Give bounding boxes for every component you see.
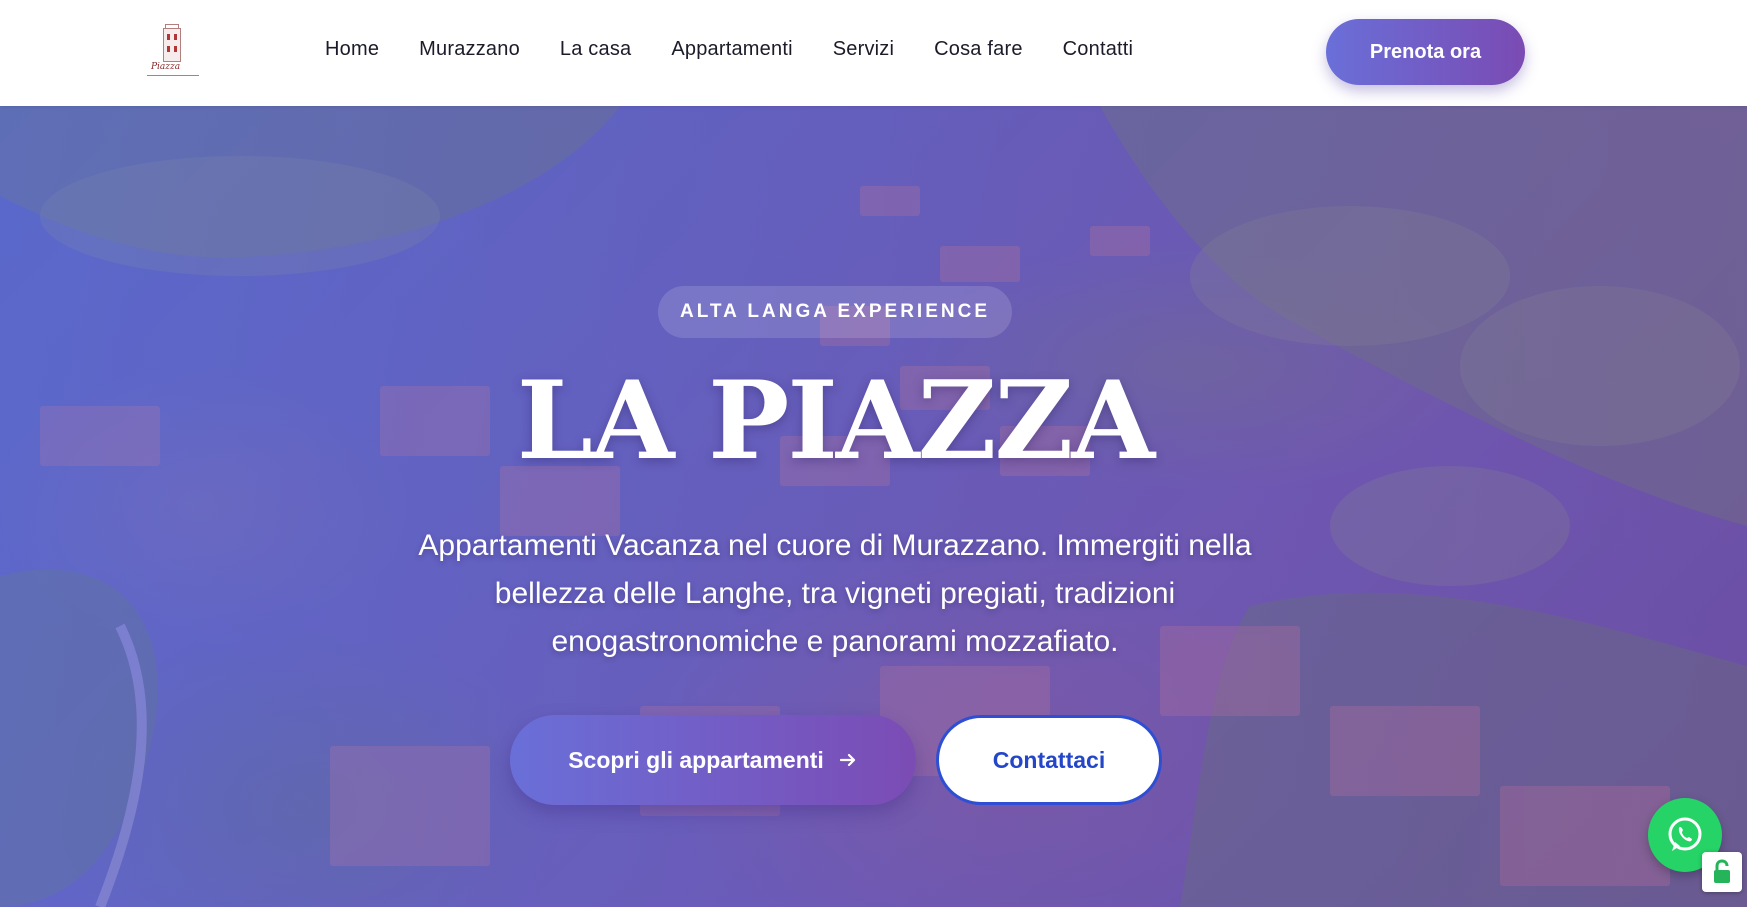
main-nav: Home Murazzano La casa Appartamenti Serv… [325, 38, 1133, 61]
privacy-badge[interactable] [1702, 852, 1742, 892]
site-logo[interactable]: Piazza [143, 24, 201, 82]
nav-item-appartamenti[interactable]: Appartamenti [671, 38, 792, 61]
logo-text: Piazza [151, 62, 181, 72]
nav-item-murazzano[interactable]: Murazzano [419, 38, 520, 61]
nav-item-la-casa[interactable]: La casa [560, 38, 631, 61]
discover-apartments-label: Scopri gli appartamenti [568, 746, 824, 773]
discover-apartments-button[interactable]: Scopri gli appartamenti [510, 715, 916, 805]
contact-us-button[interactable]: Contattaci [936, 715, 1162, 805]
nav-item-cosa-fare[interactable]: Cosa fare [934, 38, 1023, 61]
whatsapp-icon [1668, 817, 1702, 851]
hero-subtitle: Appartamenti Vacanza nel cuore di Murazz… [418, 529, 1252, 658]
hero-section: ALTA LANGA EXPERIENCE LA PIAZZA Appartam… [0, 106, 1747, 907]
arrow-right-icon [839, 753, 855, 767]
hero-title: LA PIAZZA [516, 358, 1155, 484]
book-now-button[interactable]: Prenota ora [1326, 19, 1525, 85]
site-header: Piazza Home Murazzano La casa Appartamen… [0, 0, 1747, 106]
lock-icon [1714, 859, 1730, 883]
nav-item-servizi[interactable]: Servizi [833, 38, 894, 61]
nav-item-contatti[interactable]: Contatti [1063, 38, 1134, 61]
hero-tagline: ALTA LANGA EXPERIENCE [658, 286, 1012, 338]
nav-item-home[interactable]: Home [325, 38, 379, 61]
